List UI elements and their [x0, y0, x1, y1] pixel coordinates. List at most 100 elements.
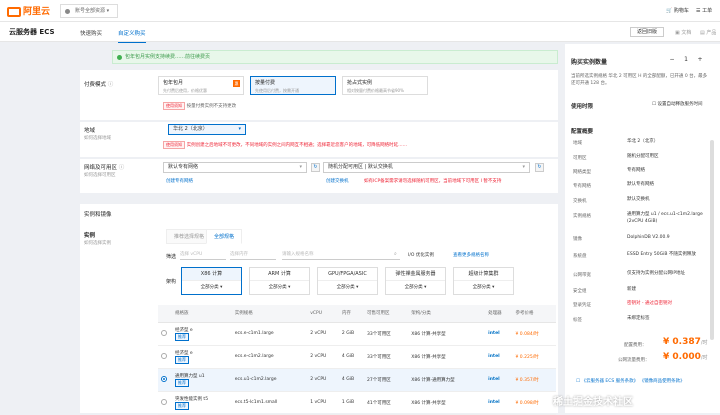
quota-note: 当前所选实例规格 华北 2 可用区 H 的全部配额，已开通 0 台，最多还可开通…	[571, 74, 708, 86]
table-header: 规格族 实例规格 vCPU 内存 可售可用区 架构/分类 处理器 参考价格	[158, 305, 556, 323]
watermark: 稀土掘金技术社区	[553, 397, 633, 408]
table-row[interactable]: 突发性能实例 t5 推荐 ecs.t5-lc1m1.small 1 vCPU 1 GiB…	[158, 391, 556, 415]
summary-value: 密钥对 - 通过自密钥对	[627, 301, 672, 306]
vpc-select[interactable]: 默认专有网络 ▾	[163, 162, 307, 173]
row-radio[interactable]	[161, 375, 167, 382]
aliyun-logo[interactable]: 阿里云	[7, 4, 50, 17]
col-family[interactable]: 规格族	[172, 305, 232, 323]
col-arch[interactable]: 架构/分类	[408, 305, 486, 323]
top-bar: 阿里云 账号全部资源 ▾ 🛒 购物车 ☰ 工单	[0, 0, 720, 22]
summary-value: 随机分配可用区	[627, 154, 659, 159]
info-icon	[117, 55, 122, 60]
user-icon	[65, 9, 70, 14]
table-row[interactable]: 经济型 e 推荐 ecs.e-c1m2.large 2 vCPU 4 GiB 33个可用区…	[158, 345, 556, 369]
billing-option-subscription[interactable]: 包年包月 先付费后使用，价格优惠惠	[158, 76, 244, 95]
product-link[interactable]: ▤ 产品	[700, 29, 716, 36]
page-nav: 云服务器 ECS 快速购买 自定义购买 返回旧版 ▣ 文档 ▤ 产品	[0, 22, 720, 43]
col-vcpu[interactable]: vCPU	[307, 305, 339, 323]
notice-banner: 包年包月实例支持续费……前往续费页	[112, 50, 558, 64]
col-cpu[interactable]: 处理器	[485, 305, 513, 323]
icp-warning: 如有ICP备案需求请勿选择随机可用区，当前地域下可用区 I 暂不支持	[364, 179, 502, 184]
refresh-vswitch-icon[interactable]: ↻	[535, 163, 544, 172]
table-row[interactable]: 经济型 e 推荐 ecs.e-c1m1.large 2 vCPU 2 GiB 33个可用区…	[158, 322, 556, 346]
billing-option-spot[interactable]: 抢占式实例 相对按量付费价格最高节省90%	[342, 76, 428, 95]
summary-value: ESSD Entry 50GiB 不随实例释放	[627, 252, 696, 257]
summary-key: 标签	[573, 318, 582, 323]
ticket-link[interactable]: ☰ 工单	[696, 7, 712, 14]
col-mem[interactable]: 内存	[338, 305, 364, 323]
summary-key: 登录凭证	[573, 303, 591, 308]
tab-quick-buy[interactable]: 快速购买	[80, 29, 102, 37]
side-scrollbar[interactable]	[710, 140, 714, 340]
billing-option-payg[interactable]: 按量付费 先使用后付费，按需开通	[250, 76, 336, 95]
summary-key: 网络类型	[573, 170, 591, 175]
config-cost-label: 配置费用：	[624, 343, 647, 348]
summary-value: 专有网络	[627, 168, 645, 173]
minus-icon[interactable]: −	[665, 56, 679, 63]
search-icon[interactable]: ⌕	[394, 251, 397, 257]
quantity-value[interactable]: 1	[679, 56, 693, 63]
summary-key: 实例规格	[573, 214, 591, 219]
spec-table: 规格族 实例规格 vCPU 内存 可售可用区 架构/分类 处理器 参考价格 经济…	[158, 305, 556, 415]
back-old-version-button[interactable]: 返回旧版	[630, 27, 665, 37]
config-cost: ¥ 0.387/时	[663, 337, 708, 347]
memory-filter[interactable]: 选择内存	[230, 251, 276, 260]
create-vpc-link[interactable]: 创建专有网络	[166, 178, 193, 184]
spec-search-input[interactable]: 请输入规格名称	[282, 251, 400, 260]
plus-icon[interactable]: +	[693, 56, 707, 63]
auto-release-checkbox[interactable]: ☐ 设置自动释放服务时间	[652, 101, 702, 107]
quantity-stepper[interactable]: −1 +	[665, 56, 709, 65]
col-price[interactable]: 参考价格	[512, 305, 556, 323]
io-optimized-checkbox[interactable]: I/O 优化实例	[408, 252, 434, 258]
summary-key: 专有网络	[573, 184, 591, 189]
summary-key: 安全组	[573, 289, 587, 294]
arch-gpu[interactable]: GPU/FPGA/ASIC 全部分类 ▾	[317, 267, 378, 295]
row-radio[interactable]	[161, 329, 167, 336]
region-card	[80, 122, 558, 157]
billing-note: 使用须知 按量付费实例不支持更改	[163, 102, 236, 110]
vcpu-filter[interactable]: 选择 vCPU	[180, 251, 226, 260]
summary-key: 可用区	[573, 156, 587, 161]
traffic-cost: ¥ 0.000/时	[663, 352, 708, 362]
summary-value: 通用算力型 u1 / ecs.u1-c1m2.large (2vCPU 4GiB…	[627, 212, 703, 224]
col-spec[interactable]: 实例规格	[231, 305, 308, 323]
arch-x86[interactable]: X86 计算 全部分类 ▾	[181, 267, 242, 295]
arch-label: 架构	[166, 279, 177, 285]
docs-link[interactable]: ▣ 文档	[675, 29, 691, 36]
hot-icon: 惠	[233, 80, 240, 87]
config-summary-title: 配置概要	[571, 129, 594, 135]
traffic-cost-label: 公网流量费用：	[618, 358, 650, 363]
summary-value: 默认专有网络	[627, 182, 654, 187]
more-spec-names-link[interactable]: 查看更多规格名称	[453, 252, 489, 258]
terms-checkbox[interactable]: ☐ 《云服务器 ECS 服务条款》 《镜像商品使用条款》	[576, 378, 685, 384]
region-note: 使用须知 实例创建之后地域不可更改，不同地域的实例之间内网互不相通；选择靠近您客…	[163, 141, 553, 149]
region-help-link[interactable]: 如何选择地域	[84, 135, 111, 141]
zone-help-link[interactable]: 如何选择可用区	[84, 172, 116, 178]
refresh-vpc-icon[interactable]: ↻	[311, 163, 320, 172]
summary-value: 默认交换机	[627, 197, 650, 202]
arch-bare-metal[interactable]: 弹性裸金属服务器 全部分类 ▾	[385, 267, 446, 295]
arch-arm[interactable]: ARM 计算 全部分类 ▾	[249, 267, 310, 295]
cart-link[interactable]: 🛒 购物车	[666, 7, 689, 14]
row-radio[interactable]	[161, 352, 167, 359]
vswitch-select[interactable]: 随机分配可用区 | 默认交换机 ▾	[323, 162, 530, 173]
create-vswitch-link[interactable]: 创建交换机	[326, 178, 349, 184]
col-zones[interactable]: 可售可用区	[363, 305, 409, 323]
summary-value: 仅支持为实例分配公网IP地址	[627, 271, 686, 276]
summary-value: 新建	[627, 287, 636, 292]
region-select[interactable]: 华北 2（北京） ▾	[168, 124, 246, 135]
billing-label: 付费模式 ⓘ	[84, 82, 114, 88]
row-radio[interactable]	[161, 398, 167, 405]
instance-section-title: 实例和镜像	[84, 212, 112, 218]
tab-all-specs[interactable]: 全部规格	[206, 229, 243, 244]
arch-hpc[interactable]: 超级计算集群 全部分类 ▾	[453, 267, 514, 295]
quantity-label: 购买实例数量	[571, 59, 608, 66]
tab-custom-buy[interactable]: 自定义购买	[118, 29, 146, 43]
summary-value: 华北 2（北京）	[627, 139, 659, 144]
instance-label: 实例	[84, 233, 96, 239]
summary-value: 未绑定标签	[627, 316, 650, 321]
table-row[interactable]: 通用算力型 u1 推荐 ecs.u1-c1m2.large 2 vCPU 4 GiB 27…	[158, 368, 556, 392]
workspace-selector[interactable]: 账号全部资源 ▾	[60, 4, 119, 18]
instance-help-link[interactable]: 如何选择实例	[84, 240, 111, 246]
filter-label: 筛选	[166, 254, 177, 260]
